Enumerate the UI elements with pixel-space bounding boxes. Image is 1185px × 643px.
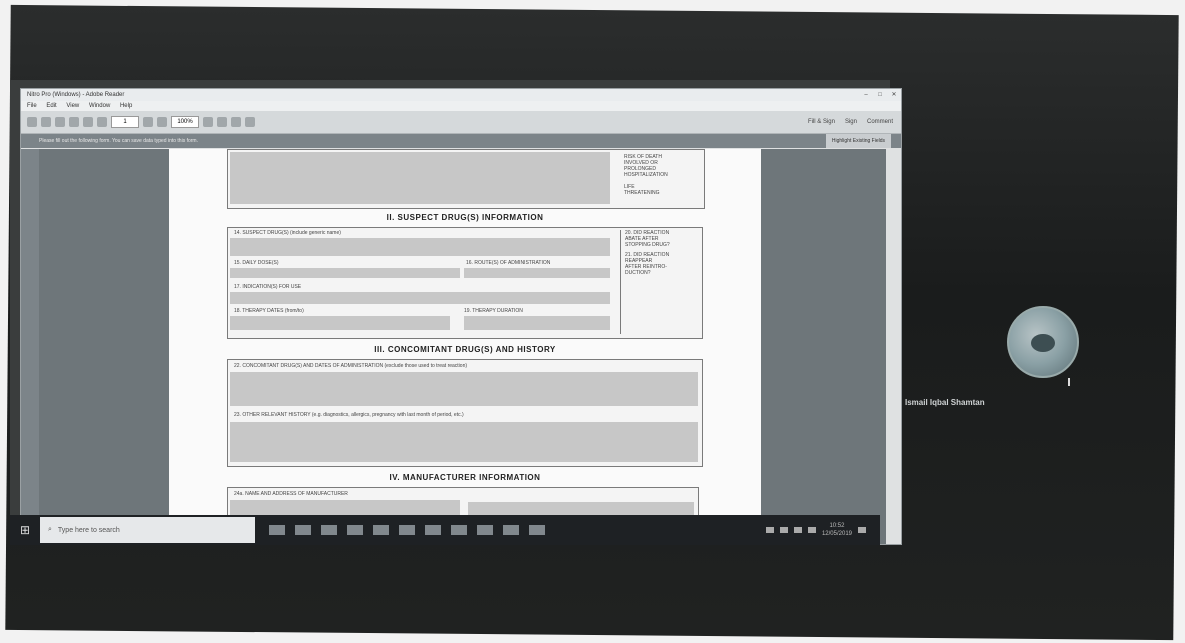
fill-sign-button[interactable]: Fill & Sign — [808, 119, 835, 125]
field-15-label: 15. DAILY DOSE(S) — [234, 260, 279, 266]
word-icon[interactable] — [399, 525, 415, 535]
field-16-input[interactable] — [464, 268, 610, 278]
notification-icon[interactable] — [858, 527, 866, 533]
network-icon[interactable] — [779, 527, 788, 533]
edge-icon[interactable] — [295, 525, 311, 535]
teams-icon[interactable] — [503, 525, 519, 535]
menu-help[interactable]: Help — [120, 103, 132, 109]
field-18-input[interactable] — [230, 316, 450, 330]
zoom-out-icon[interactable] — [143, 117, 153, 127]
field-19-input[interactable] — [464, 316, 610, 330]
reaction-field[interactable] — [230, 152, 610, 204]
participant-avatar — [1007, 306, 1079, 378]
participant-name: Ismail Iqbal Shamtan — [905, 398, 985, 407]
windows-taskbar: ⊞ ⌕ Type here to search 10:52 12/05/2019 — [10, 515, 880, 545]
windows-start-icon[interactable]: ⊞ — [16, 521, 34, 539]
field-17-label: 17. INDICATION(S) FOR USE — [234, 284, 302, 290]
clock-date: 12/05/2019 — [821, 531, 852, 537]
field-17-input[interactable] — [230, 292, 610, 304]
volume-icon[interactable] — [793, 527, 802, 533]
menu-bar: File Edit View Window Help — [21, 101, 901, 111]
next-page-icon[interactable] — [97, 117, 107, 127]
dechallenge-options: 20. DID REACTION ABATE AFTER STOPPING DR… — [620, 230, 670, 334]
save-icon[interactable] — [41, 117, 51, 127]
close-icon[interactable]: ✕ — [887, 89, 901, 101]
comment-icon[interactable] — [231, 117, 241, 127]
maximize-icon[interactable]: □ — [873, 89, 887, 101]
pdf-page: RISK OF DEATH INVOLVED OR PROLONGED HOSP… — [169, 149, 761, 544]
mail-icon[interactable] — [373, 525, 389, 535]
menu-window[interactable]: Window — [89, 103, 110, 109]
zoom-in-icon[interactable] — [157, 117, 167, 127]
highlight-fields-button[interactable]: Highlight Existing Fields — [825, 134, 891, 148]
window-controls: – □ ✕ — [859, 89, 901, 101]
search-placeholder: Type here to search — [57, 526, 120, 534]
field-18-label: 18. THERAPY DATES (from/to) — [234, 308, 304, 314]
select-icon[interactable] — [217, 117, 227, 127]
task-view-icon[interactable] — [269, 525, 285, 535]
field-22-label: 22. CONCOMITANT DRUG(S) AND DATES OF ADM… — [234, 363, 468, 369]
sign-icon[interactable] — [245, 117, 255, 127]
form-notice-bar: Please fill out the following form. You … — [21, 134, 901, 148]
prev-page-icon[interactable] — [83, 117, 93, 127]
section-2-heading: II. SUSPECT DRUG(S) INFORMATION — [386, 213, 544, 222]
suspect-drug-box: 14. SUSPECT DRUG(S) (include generic nam… — [227, 227, 703, 339]
tool-panes: Fill & Sign Sign Comment — [808, 119, 901, 125]
field-22-input[interactable] — [230, 372, 698, 406]
avatar-image — [1031, 334, 1055, 352]
field-16-label: 16. ROUTE(S) OF ADMINISTRATION — [466, 260, 551, 266]
menu-edit[interactable]: Edit — [46, 103, 56, 109]
field-14-input[interactable] — [230, 238, 610, 256]
clock-time: 10:52 — [829, 523, 845, 529]
taskbar-apps — [269, 525, 545, 535]
pdf-reader-window: Nitro Pro (Windows) - Adobe Reader – □ ✕ F… — [20, 88, 902, 545]
fit-page-icon[interactable] — [203, 117, 213, 127]
minimize-icon[interactable]: – — [859, 89, 873, 101]
chevron-up-icon[interactable] — [765, 527, 774, 533]
clock[interactable]: 10:52 12/05/2019 — [822, 522, 852, 538]
zoom-icon[interactable] — [529, 525, 545, 535]
page-number-field[interactable]: 1 — [111, 116, 139, 128]
email-icon[interactable] — [69, 117, 79, 127]
comment-button[interactable]: Comment — [867, 119, 893, 125]
field-23-input[interactable] — [230, 422, 698, 462]
system-tray: 10:52 12/05/2019 — [765, 522, 880, 538]
form-notice-text: Please fill out the following form. You … — [39, 138, 198, 144]
taskbar-search[interactable]: ⌕ Type here to search — [40, 517, 255, 543]
section-4-heading: IV. MANUFACTURER INFORMATION — [389, 473, 541, 482]
toolbar: 1 100% Fill & Sign Sign Comment — [21, 111, 901, 134]
print-icon[interactable] — [55, 117, 65, 127]
language-icon[interactable] — [807, 527, 816, 533]
window-title: Nitro Pro (Windows) - Adobe Reader — [27, 92, 125, 98]
reaction-box: RISK OF DEATH INVOLVED OR PROLONGED HOSP… — [227, 149, 705, 209]
field-24a-label: 24a. NAME AND ADDRESS OF MANUFACTURER — [234, 491, 348, 497]
sign-button[interactable]: Sign — [845, 119, 857, 125]
title-bar: Nitro Pro (Windows) - Adobe Reader – □ ✕ — [21, 89, 901, 101]
field-19-label: 19. THERAPY DURATION — [464, 308, 523, 314]
concomitant-box: 22. CONCOMITANT DRUG(S) AND DATES OF ADM… — [227, 359, 703, 467]
mouse-cursor — [1068, 378, 1070, 386]
excel-icon[interactable] — [425, 525, 441, 535]
field-14-label: 14. SUSPECT DRUG(S) (include generic nam… — [234, 230, 341, 236]
zoom-field[interactable]: 100% — [171, 116, 199, 128]
store-icon[interactable] — [347, 525, 363, 535]
section-3-heading: III. CONCOMITANT DRUG(S) AND HISTORY — [374, 345, 556, 354]
field-23-label: 23. OTHER RELEVANT HISTORY (e.g. diagnos… — [234, 412, 464, 418]
field-15-input[interactable] — [230, 268, 460, 278]
search-icon: ⌕ — [48, 526, 52, 533]
chrome-icon[interactable] — [451, 525, 467, 535]
acrobat-icon[interactable] — [477, 525, 493, 535]
open-icon[interactable] — [27, 117, 37, 127]
left-gutter — [39, 149, 169, 544]
menu-view[interactable]: View — [66, 103, 79, 109]
file-explorer-icon[interactable] — [321, 525, 337, 535]
navigation-pane[interactable] — [21, 149, 39, 544]
right-gutter — [761, 149, 886, 544]
seriousness-options: RISK OF DEATH INVOLVED OR PROLONGED HOSP… — [624, 154, 668, 196]
menu-file[interactable]: File — [27, 103, 37, 109]
